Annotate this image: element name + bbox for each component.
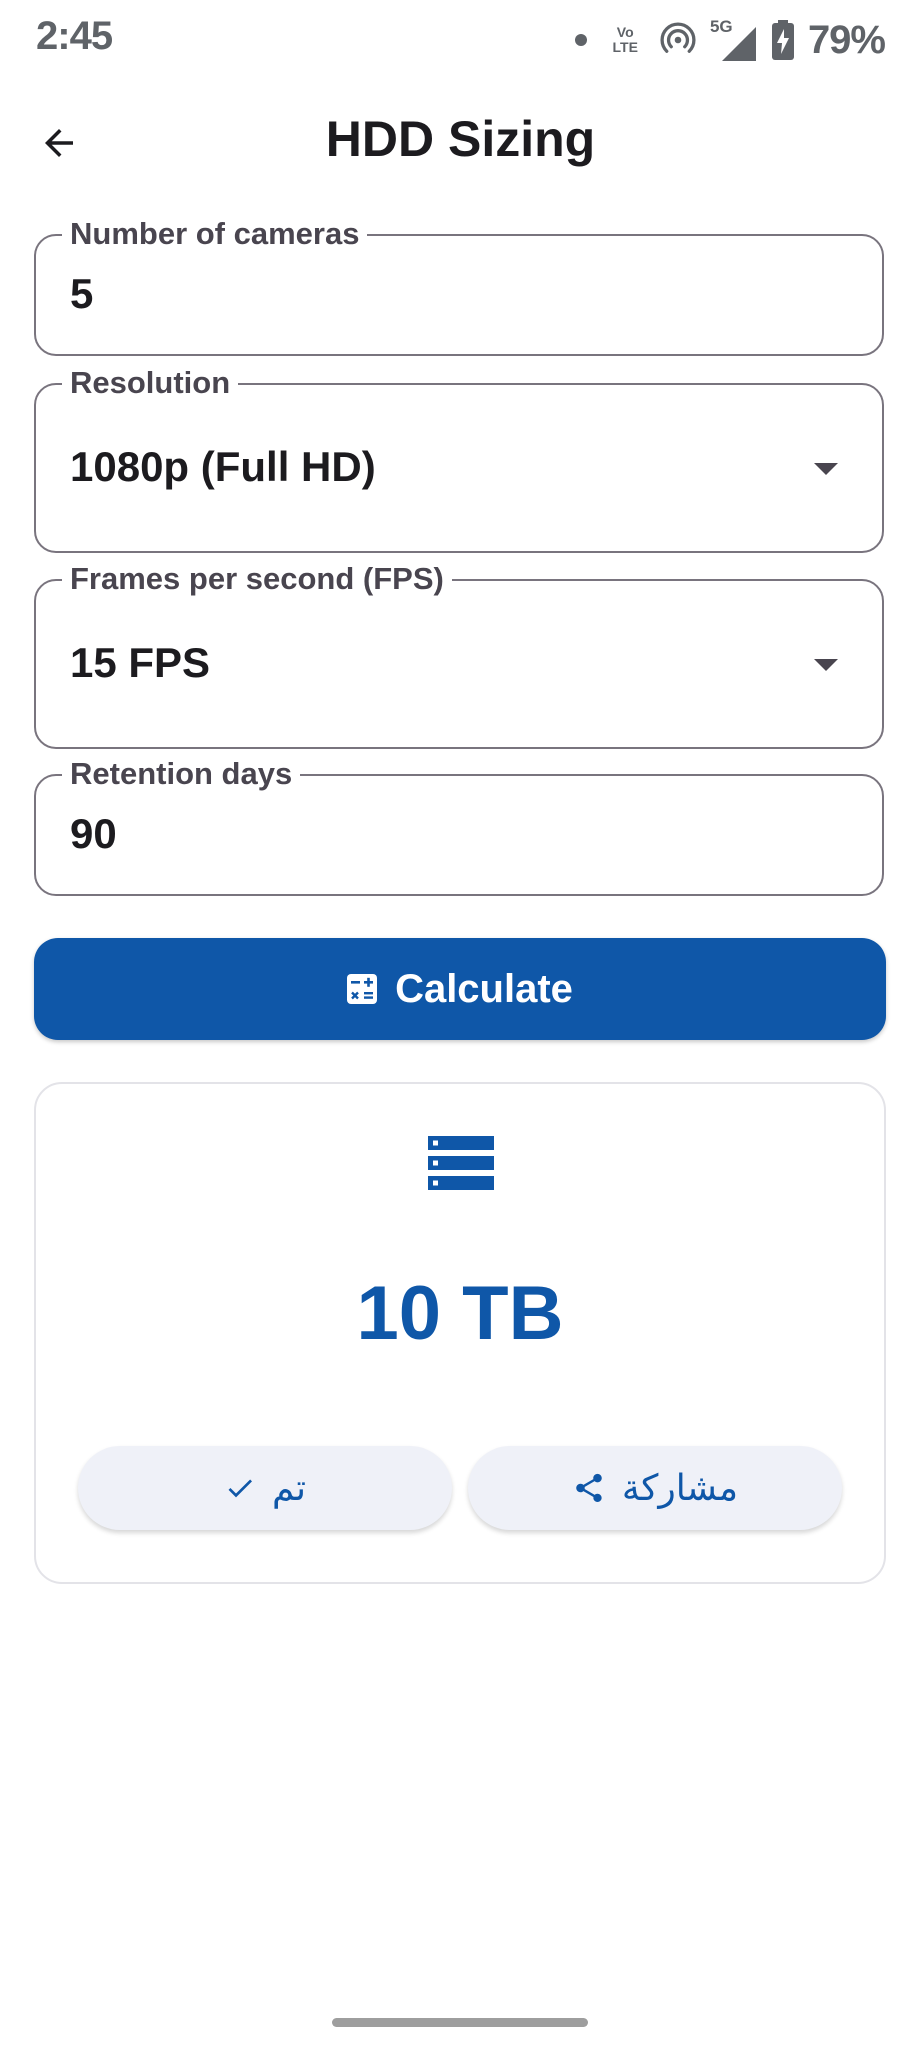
dropdown-arrow-icon xyxy=(814,463,838,475)
share-icon xyxy=(576,1473,602,1503)
resolution-label: Resolution xyxy=(62,363,239,403)
resolution-dropdown[interactable]: Resolution 1080p (Full HD) xyxy=(34,363,884,553)
app-bar: HDD Sizing xyxy=(0,92,921,186)
page-title: HDD Sizing xyxy=(325,111,596,167)
status-bar: 2:45 Vo LTE 5G 79% xyxy=(0,0,921,80)
cameras-input[interactable]: 5 xyxy=(70,270,93,318)
retention-input[interactable]: 90 xyxy=(70,810,117,858)
notification-dot-icon xyxy=(574,34,587,46)
done-button[interactable]: تم xyxy=(78,1446,452,1530)
retention-label: Retention days xyxy=(62,754,301,794)
resolution-value: 1080p (Full HD) xyxy=(70,443,376,490)
storage-icon xyxy=(428,1136,494,1190)
hotspot-icon xyxy=(660,22,696,53)
check-icon xyxy=(228,1479,252,1498)
calculator-icon xyxy=(347,974,378,1004)
fps-label: Frames per second (FPS) xyxy=(62,559,452,599)
share-label: مشاركة xyxy=(621,1467,739,1509)
status-time: 2:45 xyxy=(36,14,113,58)
result-card: 10 TB تم مشاركة xyxy=(34,1082,886,1584)
done-label: تم xyxy=(272,1467,306,1509)
result-value: 10 TB xyxy=(356,1271,564,1356)
calculate-button[interactable]: Calculate xyxy=(34,938,886,1040)
volte-icon: Vo LTE xyxy=(612,24,638,55)
cameras-field[interactable]: Number of cameras 5 xyxy=(34,214,884,356)
fps-value: 15 FPS xyxy=(70,639,211,686)
home-indicator[interactable] xyxy=(332,2018,588,2027)
cellular-signal-icon: 5G xyxy=(710,17,758,63)
dropdown-arrow-icon xyxy=(814,659,838,671)
calculate-label: Calculate xyxy=(395,966,573,1011)
share-button[interactable]: مشاركة xyxy=(468,1446,842,1530)
battery-charging-icon xyxy=(771,20,794,60)
cameras-label: Number of cameras xyxy=(62,214,368,254)
status-icons: Vo LTE 5G 79% xyxy=(574,14,886,66)
retention-field[interactable]: Retention days 90 xyxy=(34,754,884,896)
battery-percentage: 79% xyxy=(807,17,886,62)
fps-dropdown[interactable]: Frames per second (FPS) 15 FPS xyxy=(34,559,884,749)
